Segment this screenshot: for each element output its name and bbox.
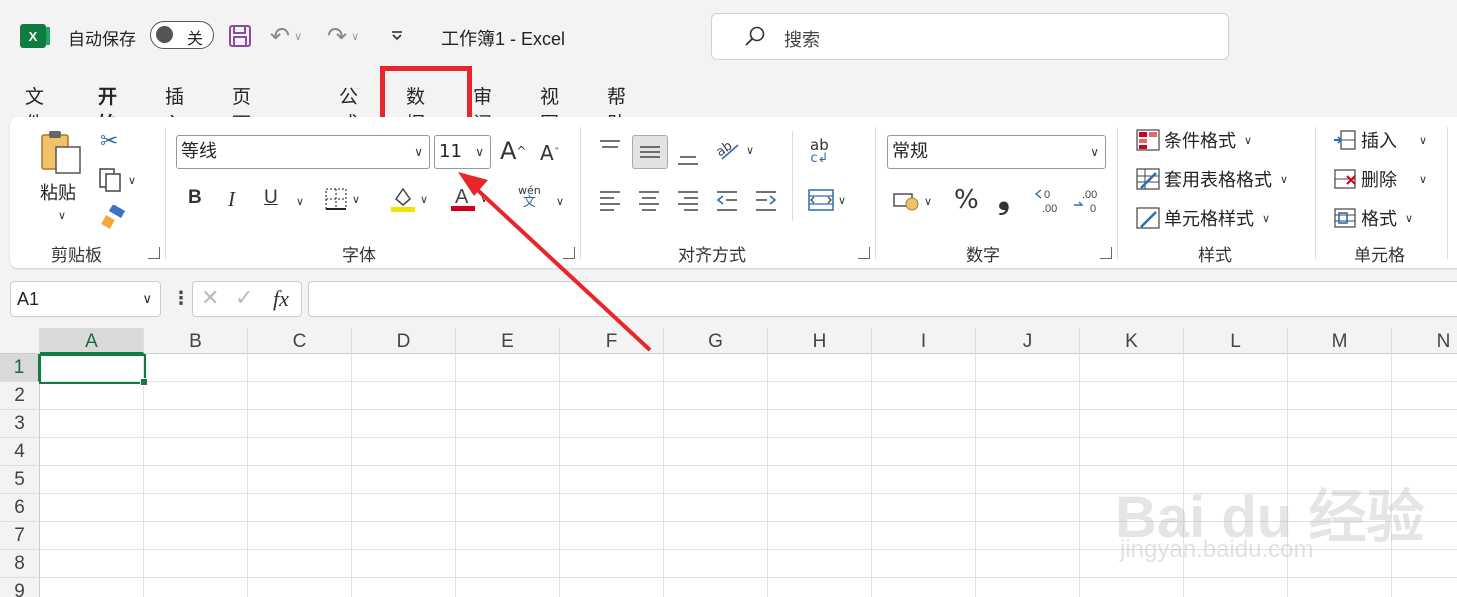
watermark-url: jingyan.baidu.com (1120, 536, 1314, 563)
